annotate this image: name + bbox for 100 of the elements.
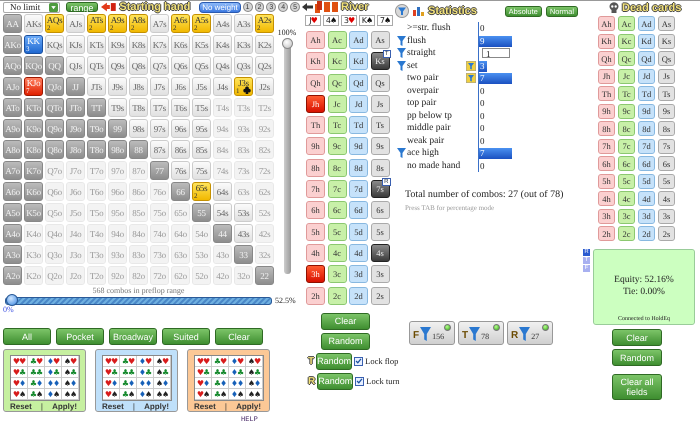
card-button[interactable]: Kh — [306, 52, 325, 70]
hand-cell[interactable]: QTs — [87, 56, 106, 75]
hand-cell[interactable]: K4s — [213, 35, 232, 54]
hand-cell[interactable]: 54s — [213, 203, 232, 222]
random-button[interactable]: Random — [317, 372, 354, 390]
dead-card-button[interactable]: 8h — [598, 121, 615, 136]
dead-card-button[interactable]: Kh — [598, 34, 615, 48]
suit-combo-cell[interactable]: ♥♥ — [195, 356, 212, 367]
hand-cell[interactable]: KQs — [45, 35, 64, 54]
hand-cell[interactable]: 42o — [213, 266, 232, 285]
hand-cell[interactable]: J5o — [66, 203, 85, 222]
hand-cell[interactable]: 32s — [255, 245, 274, 264]
card-button[interactable]: Ac — [328, 31, 346, 49]
dead-card-button[interactable]: Th — [598, 86, 615, 101]
hand-cell[interactable]: 63s — [234, 182, 253, 201]
funnel-icon[interactable] — [466, 73, 476, 84]
hand-cell[interactable]: Q6o — [45, 182, 64, 201]
dead-card-button[interactable]: 4c — [618, 191, 635, 206]
card-button[interactable]: 8h — [306, 158, 325, 177]
card-button[interactable]: 6s — [370, 201, 390, 220]
dead-card-button[interactable]: 7s — [658, 138, 675, 154]
dead-card-button[interactable]: Js — [658, 68, 675, 84]
hand-cell[interactable]: T5o — [87, 203, 106, 222]
hand-cell[interactable]: KJs — [66, 35, 85, 54]
suit-combo-cell[interactable]: ♠♦ — [246, 378, 263, 389]
card-button[interactable]: 6d — [349, 201, 368, 220]
suit-combo-cell[interactable]: ♥♦ — [195, 378, 212, 389]
hand-cell[interactable]: AJs — [66, 14, 85, 33]
checkbox[interactable] — [355, 376, 364, 386]
funnel-icon[interactable] — [466, 60, 476, 71]
hand-cell[interactable]: Q7o — [45, 161, 64, 180]
hand-cell[interactable]: 94s — [213, 119, 232, 138]
hand-cell[interactable]: 42s — [255, 224, 274, 243]
card-button[interactable]: Ad — [349, 31, 368, 49]
hand-cell[interactable]: 92o — [108, 266, 127, 285]
dead-card-button[interactable]: 9s — [658, 104, 675, 118]
suit-combo-cell[interactable]: ♥♣ — [195, 367, 212, 378]
card-button[interactable]: 8c — [328, 158, 346, 177]
hand-cell[interactable]: A7s — [150, 14, 169, 33]
suit-combo-cell[interactable]: ♠♦ — [62, 378, 79, 389]
dead-card-button[interactable]: 6d — [638, 156, 655, 171]
apply-link[interactable]: Apply! — [144, 402, 169, 411]
hand-cell[interactable]: T8s — [129, 98, 148, 117]
hand-cell[interactable]: T5s — [192, 98, 211, 117]
hand-cell[interactable]: 72s — [255, 161, 274, 180]
hand-cell[interactable]: Q2s — [255, 56, 274, 75]
hand-cell[interactable]: K3o — [24, 245, 43, 264]
hand-cell[interactable]: 98s — [129, 119, 148, 138]
weight-button[interactable]: No weight — [199, 2, 241, 12]
card-button[interactable]: 5c — [328, 222, 346, 241]
hand-cell[interactable]: 93o — [108, 245, 127, 264]
suit-combo-cell[interactable]: ♦♦ — [229, 378, 246, 389]
card-button[interactable]: 3d — [349, 265, 368, 284]
hand-cell[interactable]: 73s — [234, 161, 253, 180]
suit-combo-cell[interactable]: ♥♠ — [195, 389, 212, 400]
hand-cell[interactable]: J5s — [192, 77, 211, 96]
dead-card-button[interactable]: 5s — [658, 174, 675, 188]
card-button[interactable]: 5s — [370, 222, 390, 241]
card-button[interactable]: Ah — [306, 31, 325, 49]
dead-card-button[interactable]: 5d — [638, 174, 655, 188]
suit-combo-cell[interactable]: ♦♠ — [45, 389, 62, 400]
dead-cards-button[interactable]: Clear all fields — [612, 374, 662, 400]
hand-cell[interactable]: 95o — [108, 203, 127, 222]
apply-link[interactable]: Apply! — [236, 402, 261, 411]
card-button[interactable]: 7d — [349, 180, 368, 198]
hand-cell[interactable]: 76o — [150, 182, 169, 201]
hand-cell[interactable]: 85s — [192, 140, 211, 159]
suit-combo-cell[interactable]: ♦♣ — [137, 367, 154, 378]
hand-cell[interactable]: 43s — [234, 224, 253, 243]
dead-card-button[interactable]: 7c — [618, 138, 635, 154]
hand-cell[interactable]: Q2o — [45, 266, 64, 285]
hand-cell[interactable]: 43o — [213, 245, 232, 264]
card-button[interactable]: 9s — [370, 137, 390, 156]
suit-combo-cell[interactable]: ♠♥ — [154, 356, 171, 367]
hand-cell[interactable]: 96o — [108, 182, 127, 201]
card-button[interactable]: Qs — [370, 74, 390, 92]
card-button[interactable]: 6h — [306, 201, 325, 220]
suit-combo-cell[interactable]: ♠♥ — [246, 356, 263, 367]
hand-cell[interactable]: K3s — [234, 35, 253, 54]
suit-combo-cell[interactable]: ♦♣ — [45, 367, 62, 378]
dead-card-button[interactable]: Jh — [598, 68, 615, 84]
card-button[interactable]: 3h — [306, 265, 325, 284]
hand-cell[interactable]: Q5s — [192, 56, 211, 75]
dead-card-button[interactable]: 2s — [658, 226, 675, 241]
card-button[interactable]: 2s — [370, 286, 390, 305]
hand-cell[interactable]: 65o — [171, 203, 190, 222]
hand-cell[interactable]: T4o — [87, 224, 106, 243]
dead-card-button[interactable]: Kd — [638, 34, 655, 48]
dead-card-button[interactable]: 8s — [658, 121, 675, 136]
hand-cell[interactable]: J6s — [171, 77, 190, 96]
street-filter-button[interactable]: R 27 — [507, 321, 553, 345]
suit-combo-cell[interactable]: ♣♣ — [120, 367, 137, 378]
hand-cell[interactable]: 75o — [150, 203, 169, 222]
hand-cell[interactable]: T3s — [234, 98, 253, 117]
hand-cell[interactable]: Q5o — [45, 203, 64, 222]
suit-combo-cell[interactable]: ♦♠ — [229, 389, 246, 400]
dead-card-button[interactable]: Qs — [658, 51, 675, 66]
suit-combo-cell[interactable]: ♣♥ — [28, 356, 45, 367]
hand-cell[interactable]: 76s — [171, 161, 190, 180]
hand-cell[interactable]: 53o — [192, 245, 211, 264]
